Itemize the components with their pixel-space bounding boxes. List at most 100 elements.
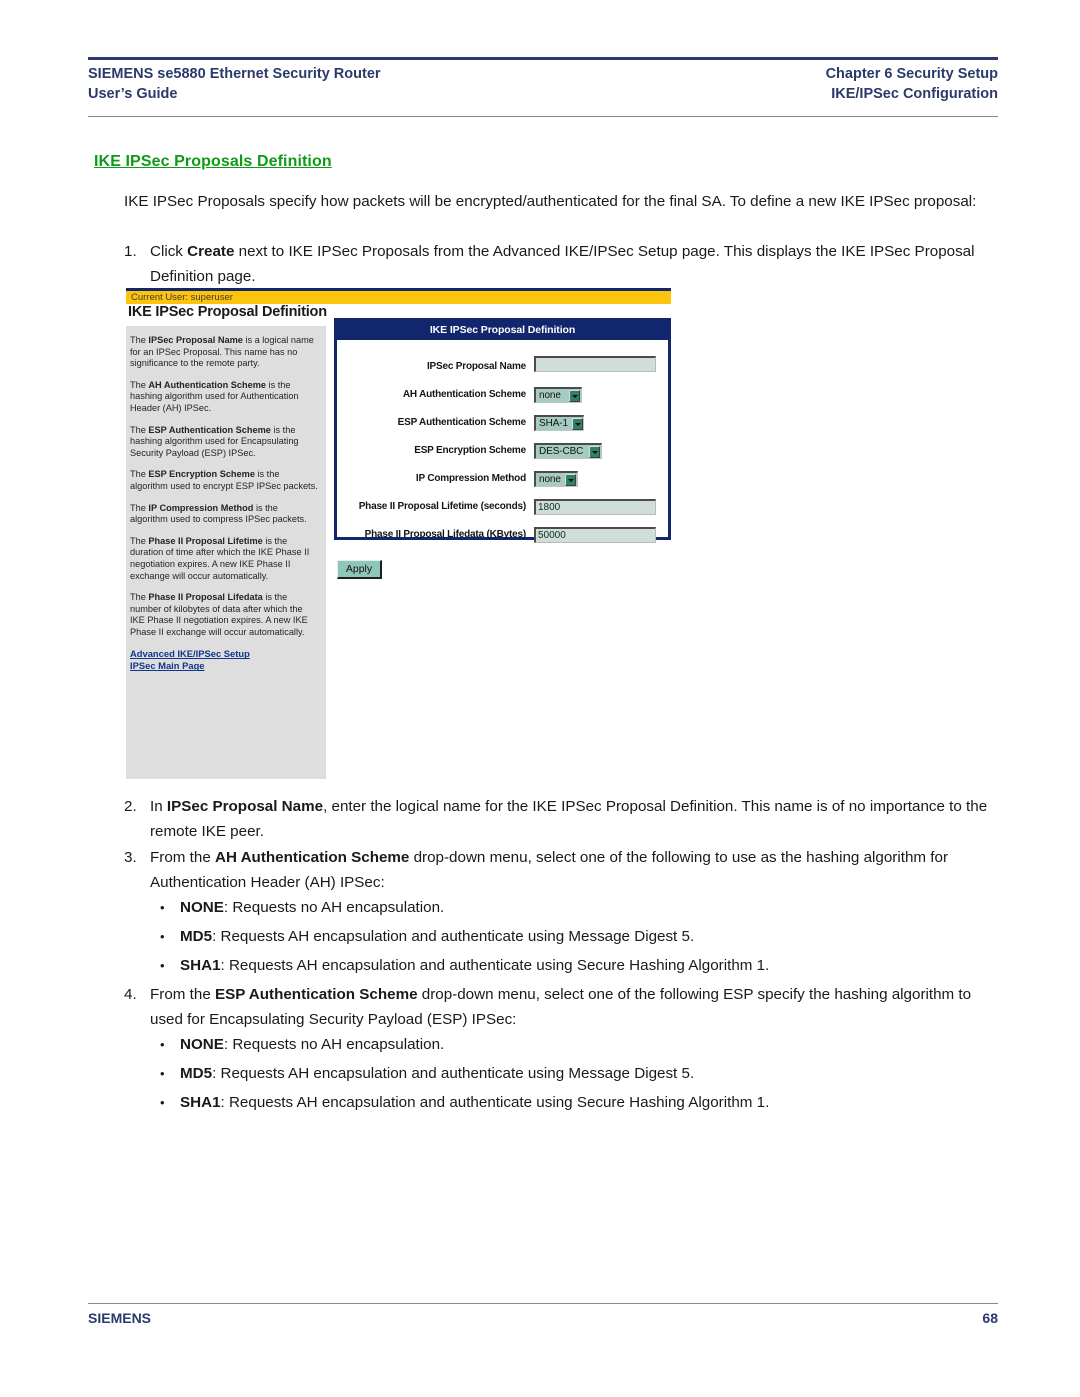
label-phase2-lifedata: Phase II Proposal Lifedata (KBytes) — [364, 528, 527, 540]
bullet-term: MD5 — [180, 928, 213, 945]
input-phase2-lifetime[interactable]: 1800 — [534, 499, 656, 515]
step-3: 3. From the AH Authentication Scheme dro… — [124, 846, 996, 895]
step-2-part-0: In — [150, 798, 167, 815]
control-esp-encryption-scheme: DES-CBC — [534, 441, 668, 459]
step-3-number: 3. — [124, 849, 137, 866]
list-item: • SHA1: Requests AH encapsulation and au… — [160, 1091, 996, 1116]
help-paragraph-6: The Phase II Proposal Lifetime is the du… — [130, 536, 318, 582]
bullet-text: MD5: Requests AH encapsulation and authe… — [180, 1062, 996, 1087]
bullet-icon: • — [160, 1066, 165, 1081]
header-rule-bottom — [88, 116, 998, 117]
help-p6-lead: The — [130, 535, 149, 546]
chevron-down-icon — [569, 389, 580, 402]
step-2-text: In IPSec Proposal Name, enter the logica… — [150, 795, 996, 844]
step-1-part-2: next to IKE IPSec Proposals from the Adv… — [150, 243, 975, 285]
apply-button[interactable]: Apply — [337, 560, 382, 579]
step-1-number: 1. — [124, 243, 137, 260]
footer-rule — [88, 1303, 998, 1304]
label-phase2-lifetime: Phase II Proposal Lifetime (seconds) — [358, 500, 526, 512]
bullet-term: NONE — [180, 1036, 224, 1053]
step-3-part-1: AH Authentication Scheme — [215, 849, 410, 866]
help-p7-lead: The — [130, 592, 149, 603]
bullet-text: SHA1: Requests AH encapsulation and auth… — [180, 954, 996, 979]
field-row-proposal-name: IPSec Proposal Name — [337, 355, 668, 377]
bullet-rest: : Requests AH encapsulation and authenti… — [220, 957, 770, 974]
step-4-text: From the ESP Authentication Scheme drop-… — [150, 983, 996, 1032]
help-p5-term: IP Compression Method — [148, 502, 254, 513]
form-body: IPSec Proposal Name AH Authentication Sc… — [337, 340, 668, 543]
header-right-block: Chapter 6 Security Setup IKE/IPSec Confi… — [826, 64, 998, 104]
bullet-icon: • — [160, 1037, 165, 1052]
help-p1-term: IPSec Proposal Name — [148, 335, 243, 345]
select-esp-encryption-scheme[interactable]: DES-CBC — [534, 443, 602, 459]
label-esp-encryption-scheme: ESP Encryption Scheme — [414, 444, 526, 456]
list-item: • MD5: Requests AH encapsulation and aut… — [160, 1062, 996, 1087]
bullet-term: SHA1 — [180, 1094, 221, 1111]
control-ah-auth-scheme: none — [534, 385, 668, 403]
input-phase2-lifedata[interactable]: 50000 — [534, 527, 656, 543]
field-row-phase2-lifetime: Phase II Proposal Lifetime (seconds) 180… — [337, 496, 668, 516]
step-4-part-0: From the — [150, 986, 215, 1003]
bullet-text: NONE: Requests no AH encapsulation. — [180, 896, 996, 921]
current-user-bar: Current User: superuser — [126, 291, 671, 304]
step-1: 1. Click Create next to IKE IPSec Propos… — [124, 240, 996, 289]
form-title-bar: IKE IPSec Proposal Definition — [337, 321, 668, 340]
bullet-text: SHA1: Requests AH encapsulation and auth… — [180, 1091, 996, 1116]
select-ah-auth-scheme-value: none — [539, 390, 561, 401]
chevron-down-icon — [571, 417, 583, 430]
header-rule-top — [88, 57, 998, 60]
list-item: • SHA1: Requests AH encapsulation and au… — [160, 954, 996, 979]
intro-paragraph: IKE IPSec Proposals specify how packets … — [124, 193, 977, 210]
select-esp-encryption-scheme-value: DES-CBC — [539, 446, 584, 457]
label-ah-auth-scheme: AH Authentication Scheme — [402, 388, 526, 400]
select-esp-auth-scheme[interactable]: SHA-1 — [534, 415, 584, 431]
help-sidebar: IKE IPSec Proposal Definition The IPSec … — [126, 304, 327, 779]
header-topic: IKE/IPSec Configuration — [831, 86, 998, 102]
list-item: • MD5: Requests AH encapsulation and aut… — [160, 925, 996, 950]
field-row-ip-compression-method: IP Compression Method none — [337, 468, 668, 488]
link-ipsec-main-page[interactable]: IPSec Main Page — [130, 660, 318, 672]
step-2-number: 2. — [124, 798, 137, 815]
header-chapter: Chapter 6 Security Setup — [825, 66, 998, 82]
control-phase2-lifedata: 50000 — [534, 525, 668, 543]
label-proposal-name: IPSec Proposal Name — [426, 360, 526, 372]
bullet-icon: • — [160, 958, 165, 973]
step-1-text: Click Create next to IKE IPSec Proposals… — [150, 240, 996, 289]
bullet-rest: : Requests AH encapsulation and authenti… — [212, 1065, 695, 1082]
step-4-part-1: ESP Authentication Scheme — [215, 986, 418, 1003]
bullet-icon: • — [160, 1095, 165, 1110]
select-ip-compression-method-value: none — [539, 474, 561, 485]
control-ip-compression-method: none — [534, 469, 668, 487]
help-p4-lead: The — [130, 469, 149, 480]
list-item: • NONE: Requests no AH encapsulation. — [160, 1033, 996, 1058]
step-2-part-1: IPSec Proposal Name — [166, 798, 324, 815]
bullet-icon: • — [160, 900, 165, 915]
select-ah-auth-scheme[interactable]: none — [534, 387, 582, 403]
help-p1-lead: The — [130, 335, 149, 345]
select-ip-compression-method[interactable]: none — [534, 471, 578, 487]
step-2: 2. In IPSec Proposal Name, enter the log… — [124, 795, 996, 844]
help-paragraph-4: The ESP Encryption Scheme is the algorit… — [130, 469, 318, 492]
help-paragraph-5: The IP Compression Method is the algorit… — [130, 503, 318, 526]
bullet-rest: : Requests AH encapsulation and authenti… — [212, 928, 695, 945]
bullet-term: NONE — [180, 899, 224, 916]
page-title: IKE IPSec Proposals Definition — [94, 153, 332, 170]
header-guide-label: User’s Guide — [88, 86, 178, 102]
bullet-rest: : Requests no AH encapsulation. — [223, 1036, 445, 1053]
control-proposal-name — [534, 355, 668, 377]
document-page: SIEMENS se5880 Ethernet Security Router … — [0, 0, 1080, 1397]
step-1-part-1: Create — [187, 243, 235, 260]
step-1-part-0: Click — [150, 243, 188, 260]
step-4-number: 4. — [124, 986, 137, 1003]
bullet-term: SHA1 — [180, 957, 221, 974]
step-3-part-0: From the — [150, 849, 215, 866]
help-paragraph-2: The AH Authentication Scheme is the hash… — [130, 380, 318, 415]
input-proposal-name[interactable] — [534, 355, 656, 372]
header-product-title: SIEMENS se5880 Ethernet Security Router — [88, 66, 381, 82]
help-p5-lead: The — [130, 502, 149, 513]
link-advanced-ike-ipsec-setup[interactable]: Advanced IKE/IPSec Setup — [130, 648, 318, 660]
field-row-esp-auth-scheme: ESP Authentication Scheme SHA-1 — [337, 412, 668, 432]
help-paragraph-3: The ESP Authentication Scheme is the has… — [130, 425, 318, 460]
help-p3-lead: The — [130, 424, 149, 435]
step-4: 4. From the ESP Authentication Scheme dr… — [124, 983, 996, 1032]
